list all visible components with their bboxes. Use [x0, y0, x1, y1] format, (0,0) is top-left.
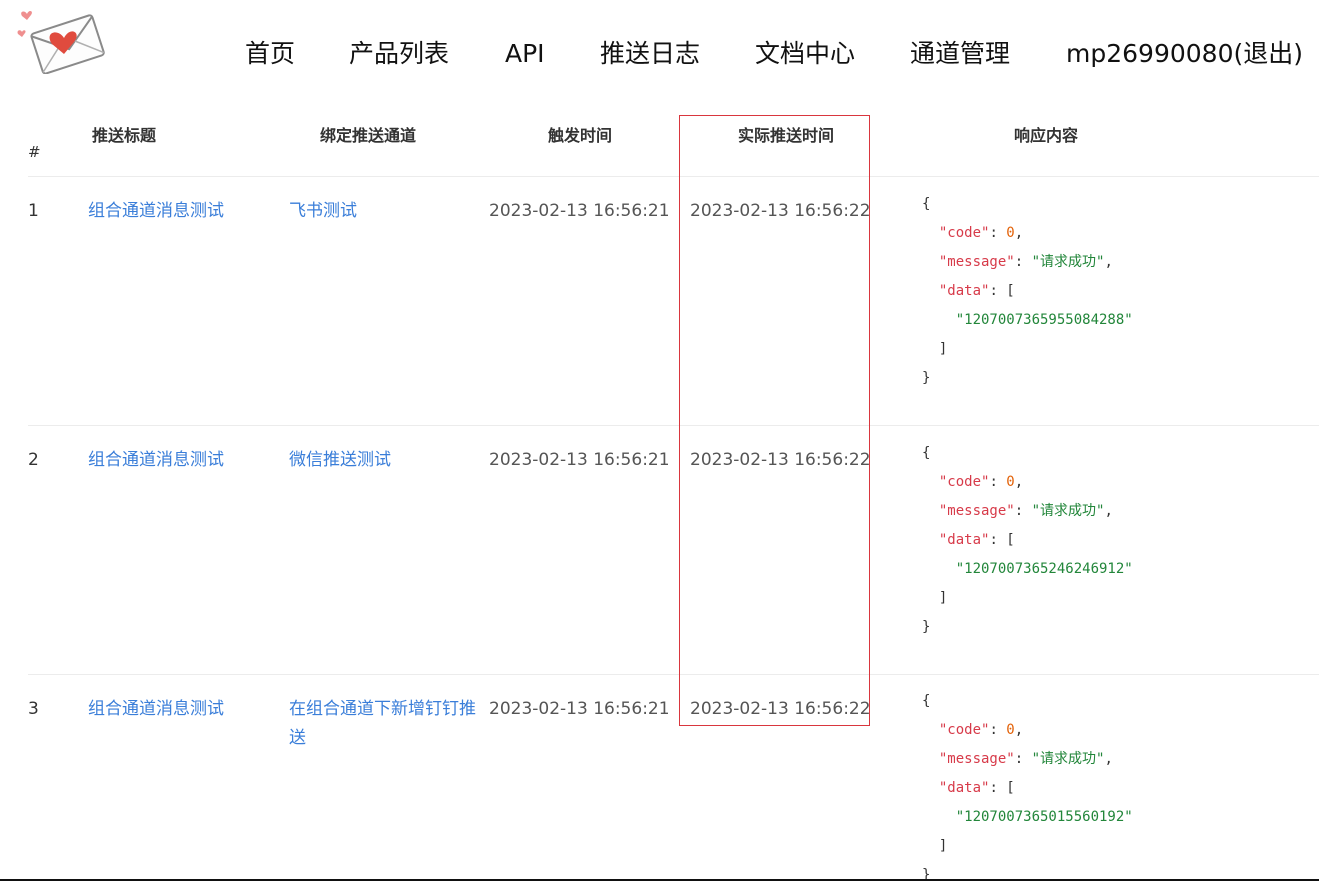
row-index: 2: [28, 450, 39, 470]
column-header-title: 推送标题: [92, 126, 157, 145]
column-header-response: 响应内容: [1014, 126, 1079, 145]
nav-home-link[interactable]: 首页: [245, 36, 295, 72]
column-header-index: #: [28, 143, 41, 161]
row-response-json: { "code": 0, "message": "请求成功", "data": …: [922, 693, 1133, 881]
nav-user-logout-link[interactable]: mp26990080(退出): [1066, 36, 1303, 72]
nav-docs-link[interactable]: 文档中心: [755, 36, 855, 72]
nav-products-link[interactable]: 产品列表: [349, 36, 449, 72]
row-index: 3: [28, 699, 39, 719]
column-header-channel: 绑定推送通道: [320, 126, 417, 145]
nav-channels-link[interactable]: 通道管理: [910, 36, 1010, 72]
row-actual-time: 2023-02-13 16:56:22: [690, 699, 871, 719]
row-channel-link[interactable]: 飞书测试: [289, 197, 357, 225]
push-log-page: 首页 产品列表 API 推送日志 文档中心 通道管理 mp26990080(退出…: [0, 0, 1319, 881]
row-channel-link[interactable]: 在组合通道下新增钉钉推送: [289, 695, 489, 753]
row-trigger-time: 2023-02-13 16:56:21: [489, 450, 670, 470]
row-title-link[interactable]: 组合通道消息测试: [88, 197, 224, 225]
row-index: 1: [28, 201, 39, 221]
row-title-link[interactable]: 组合通道消息测试: [88, 446, 224, 474]
row-divider: [28, 425, 1319, 426]
row-response-json: { "code": 0, "message": "请求成功", "data": …: [922, 196, 1133, 386]
row-title-link[interactable]: 组合通道消息测试: [88, 695, 224, 723]
row-channel-link[interactable]: 微信推送测试: [289, 446, 391, 474]
row-actual-time: 2023-02-13 16:56:22: [690, 201, 871, 221]
row-trigger-time: 2023-02-13 16:56:21: [489, 201, 670, 221]
header-divider: [28, 176, 1319, 177]
row-actual-time: 2023-02-13 16:56:22: [690, 450, 871, 470]
nav-push-log-link[interactable]: 推送日志: [600, 36, 700, 72]
row-divider: [28, 674, 1319, 675]
column-header-actual-time: 实际推送时间: [738, 126, 835, 145]
row-response-json: { "code": 0, "message": "请求成功", "data": …: [922, 445, 1133, 635]
row-trigger-time: 2023-02-13 16:56:21: [489, 699, 670, 719]
top-navigation: 首页 产品列表 API 推送日志 文档中心 通道管理 mp26990080(退出…: [0, 36, 1319, 76]
nav-api-link[interactable]: API: [505, 36, 545, 72]
column-header-trigger-time: 触发时间: [548, 126, 613, 145]
